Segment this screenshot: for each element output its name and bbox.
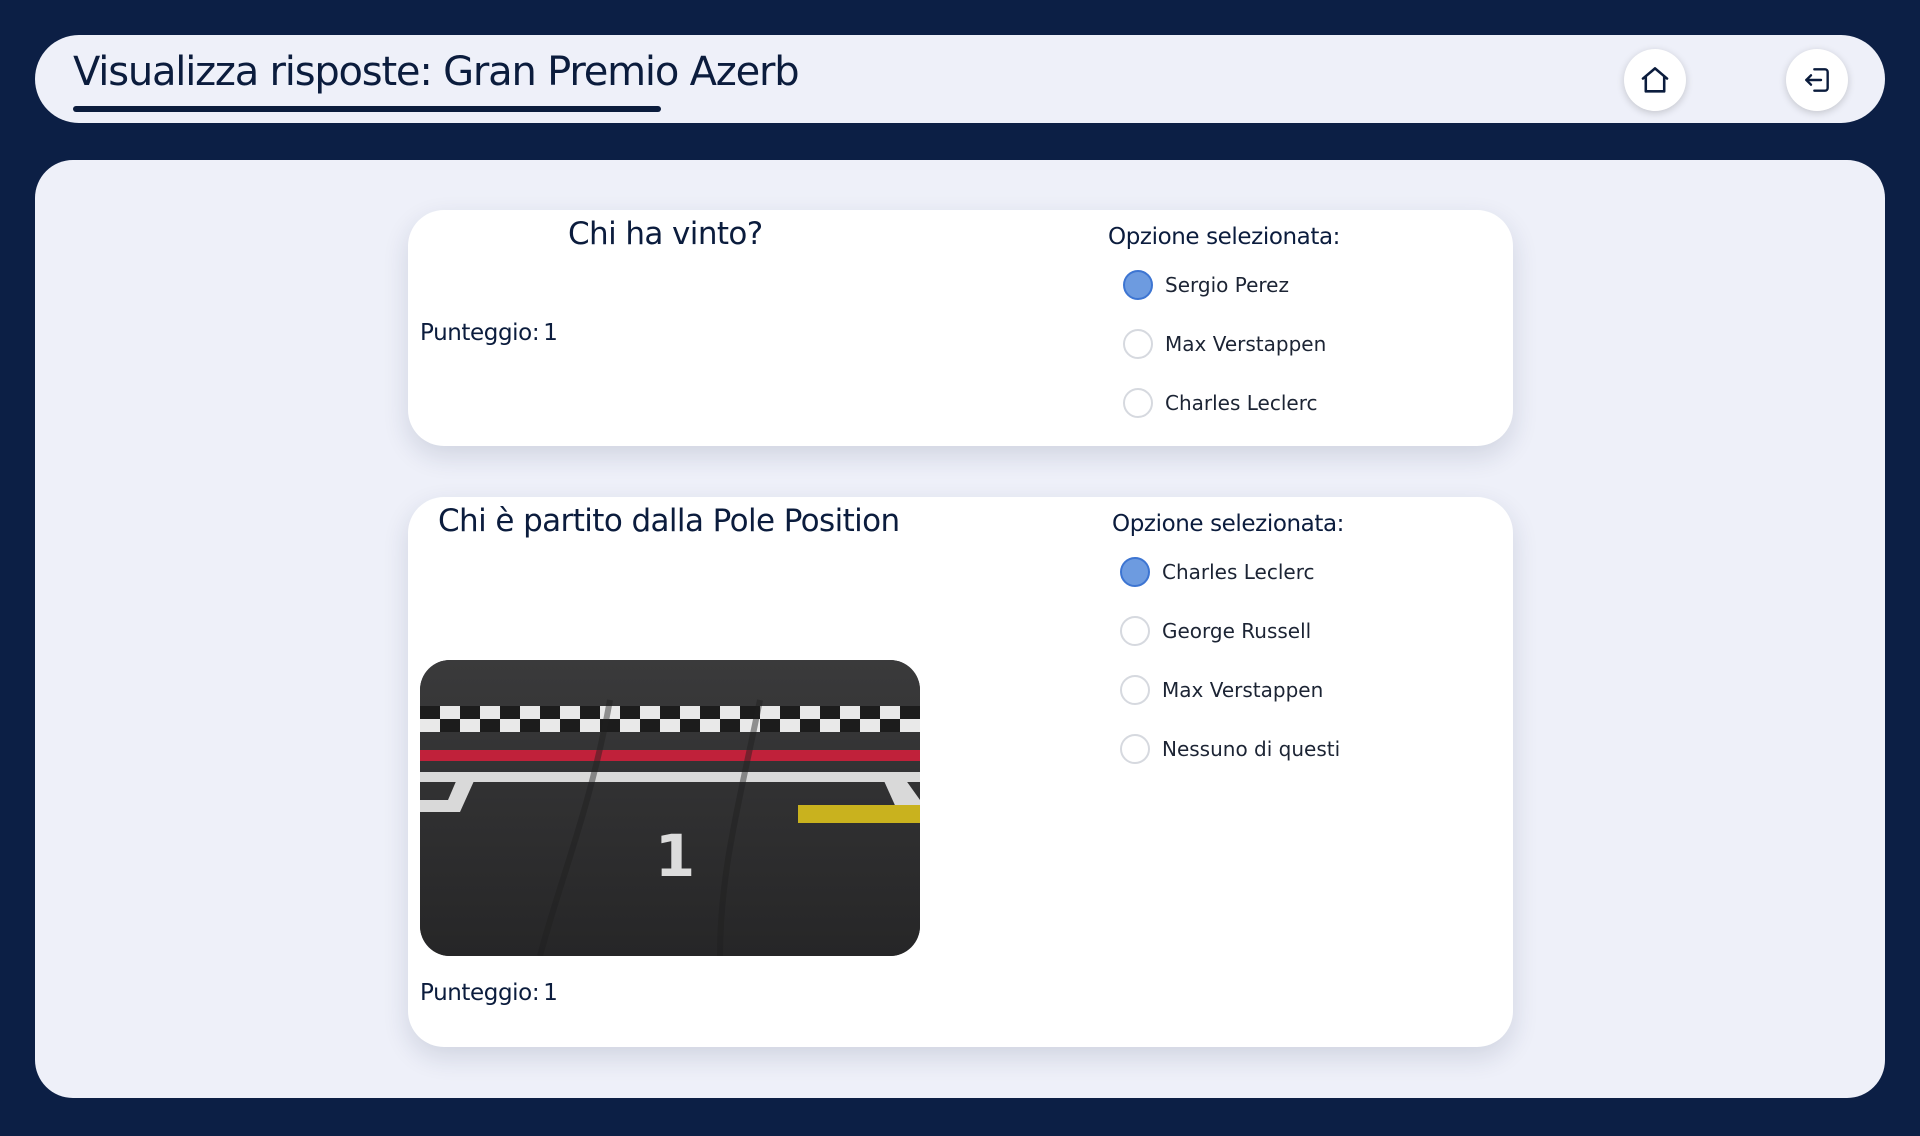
option-label: Max Verstappen xyxy=(1165,332,1327,356)
radio-button[interactable] xyxy=(1120,557,1150,587)
question-title: Chi è partito dalla Pole Position xyxy=(438,503,900,539)
home-icon xyxy=(1641,67,1669,93)
logout-icon xyxy=(1805,68,1829,92)
answers-panel: Chi ha vinto? Punteggio: 1 Opzione selezi… xyxy=(35,160,1885,1098)
option-item[interactable]: Charles Leclerc xyxy=(1123,386,1326,420)
question-card: Chi è partito dalla Pole Position 1 Punt… xyxy=(408,497,1513,1047)
score-value: 1 xyxy=(543,980,558,1006)
option-label: Charles Leclerc xyxy=(1165,391,1318,415)
home-button[interactable] xyxy=(1624,49,1686,111)
option-label: Sergio Perez xyxy=(1165,273,1289,297)
option-item[interactable]: Nessuno di questi xyxy=(1120,732,1340,766)
option-label: Charles Leclerc xyxy=(1162,560,1315,584)
selected-option-label: Opzione selezionata: xyxy=(1108,224,1341,250)
options-list: Charles Leclerc George Russell Max Verst… xyxy=(1120,555,1340,791)
radio-button[interactable] xyxy=(1120,734,1150,764)
score-value: 1 xyxy=(543,320,558,346)
page-title: Visualizza risposte: Gran Premio Azerb xyxy=(73,49,800,95)
option-item[interactable]: Sergio Perez xyxy=(1123,268,1326,302)
radio-button[interactable] xyxy=(1123,388,1153,418)
option-item[interactable]: Charles Leclerc xyxy=(1120,555,1340,589)
radio-button[interactable] xyxy=(1120,616,1150,646)
starting-grid-image: 1 xyxy=(420,660,920,956)
question-title: Chi ha vinto? xyxy=(568,216,763,252)
score-text: Punteggio: 1 xyxy=(420,320,558,346)
radio-button[interactable] xyxy=(1123,329,1153,359)
score-text: Punteggio: 1 xyxy=(420,980,558,1006)
option-item[interactable]: George Russell xyxy=(1120,614,1340,648)
option-label: George Russell xyxy=(1162,619,1312,643)
options-list: Sergio Perez Max Verstappen Charles Lecl… xyxy=(1123,268,1326,445)
logout-button[interactable] xyxy=(1786,49,1848,111)
title-underline xyxy=(73,106,661,112)
radio-button[interactable] xyxy=(1120,675,1150,705)
question-card: Chi ha vinto? Punteggio: 1 Opzione selezi… xyxy=(408,210,1513,446)
option-label: Nessuno di questi xyxy=(1162,737,1341,761)
selected-option-label: Opzione selezionata: xyxy=(1112,511,1345,537)
radio-button[interactable] xyxy=(1123,270,1153,300)
grid-number: 1 xyxy=(655,822,695,890)
score-label: Punteggio: xyxy=(420,320,540,346)
option-item[interactable]: Max Verstappen xyxy=(1123,327,1326,361)
header-bar: Visualizza risposte: Gran Premio Azerb xyxy=(35,35,1885,123)
score-label: Punteggio: xyxy=(420,980,540,1006)
option-item[interactable]: Max Verstappen xyxy=(1120,673,1340,707)
option-label: Max Verstappen xyxy=(1162,678,1324,702)
